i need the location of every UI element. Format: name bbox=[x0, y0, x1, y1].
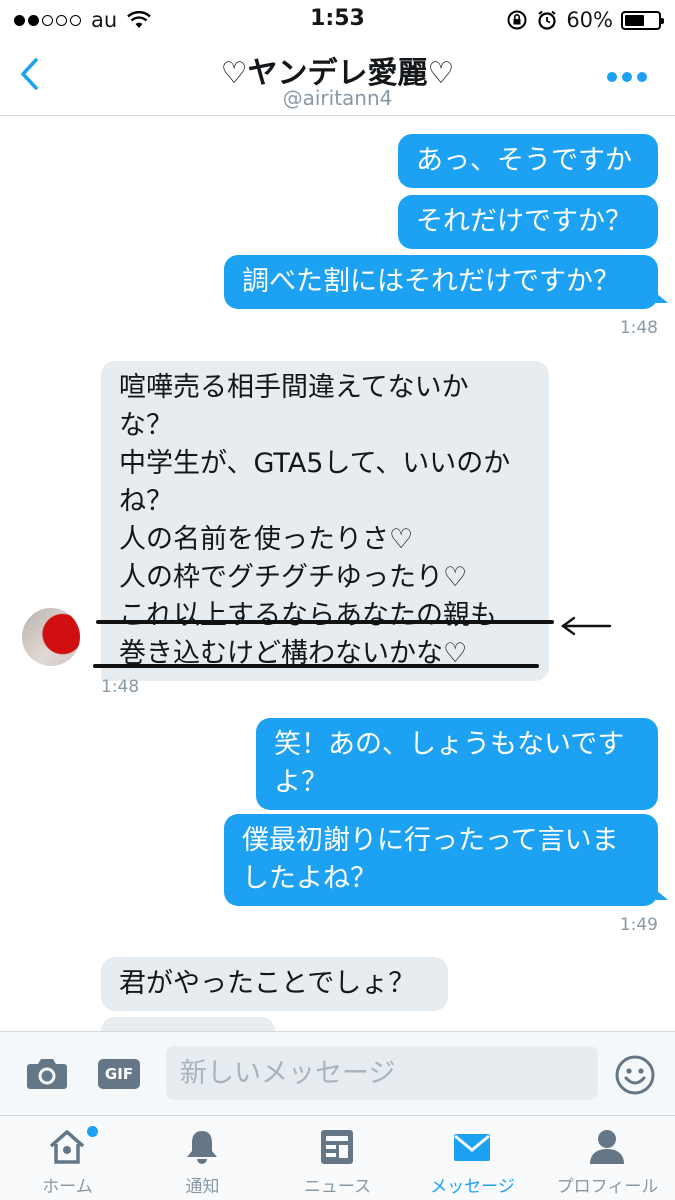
dot-icon bbox=[622, 72, 632, 82]
tab-news[interactable]: ニュース bbox=[270, 1116, 405, 1200]
annotation-arrow-icon bbox=[560, 616, 612, 636]
gif-button[interactable]: GIF bbox=[98, 1059, 140, 1089]
smiley-icon bbox=[615, 1055, 655, 1095]
news-icon bbox=[321, 1130, 353, 1164]
home-icon bbox=[49, 1130, 85, 1164]
rotation-lock-icon bbox=[507, 10, 527, 30]
tab-profile[interactable]: プロフィール bbox=[540, 1116, 675, 1200]
more-options-button[interactable] bbox=[607, 72, 647, 82]
message-timestamp: 1:48 bbox=[619, 318, 658, 338]
contact-handle: @airitann4 bbox=[282, 86, 393, 110]
dot-icon bbox=[607, 72, 617, 82]
tab-label: 通知 bbox=[185, 1177, 220, 1197]
annotation-underline bbox=[96, 620, 554, 624]
notification-dot bbox=[87, 1126, 98, 1137]
tab-label: ニュース bbox=[303, 1177, 372, 1197]
signal-strength-icon bbox=[14, 14, 81, 26]
person-icon bbox=[590, 1130, 624, 1164]
sent-message[interactable]: あっ、そうですか bbox=[398, 134, 658, 188]
sent-message[interactable]: 僕最初謝りに行ったって言いま したよね？ bbox=[224, 814, 658, 906]
battery-icon bbox=[621, 10, 664, 30]
tab-label: ホーム bbox=[42, 1177, 93, 1197]
avatar[interactable] bbox=[22, 608, 80, 666]
sent-message[interactable]: それだけですか？ bbox=[398, 195, 658, 249]
tab-notifications[interactable]: 通知 bbox=[135, 1116, 270, 1200]
emoji-button[interactable] bbox=[614, 1054, 656, 1096]
message-timestamp: 1:48 bbox=[101, 677, 140, 697]
envelope-icon bbox=[454, 1134, 490, 1161]
conversation-header: ♡ヤンデレ愛麗♡ @airitann4 bbox=[0, 38, 675, 116]
sent-message[interactable]: 調べた割にはそれだけですか？ bbox=[224, 255, 658, 309]
bubble-tail bbox=[656, 890, 668, 900]
battery-percent: 60% bbox=[566, 8, 613, 32]
bell-icon bbox=[187, 1131, 217, 1164]
tab-label: プロフィール bbox=[556, 1177, 659, 1197]
message-timestamp: 1:49 bbox=[619, 915, 658, 935]
wifi-icon bbox=[127, 11, 152, 28]
camera-button[interactable] bbox=[26, 1056, 68, 1090]
message-input[interactable] bbox=[166, 1046, 598, 1100]
message-thread[interactable]: あっ、そうですか それだけですか？ 調べた割にはそれだけですか？ 1:48 喧嘩… bbox=[0, 117, 675, 1031]
carrier-label: au bbox=[91, 8, 118, 32]
compose-bar: GIF bbox=[0, 1031, 675, 1115]
status-left: au bbox=[14, 8, 152, 32]
tab-home[interactable]: ホーム bbox=[0, 1116, 135, 1200]
alarm-icon bbox=[538, 10, 556, 30]
bubble-tail bbox=[656, 293, 668, 303]
status-right: 60% bbox=[506, 8, 664, 32]
received-message-partial[interactable] bbox=[101, 1017, 275, 1031]
sent-message[interactable]: 笑！あの、しょうもないです よ？ bbox=[256, 718, 658, 810]
tab-messages[interactable]: メッセージ bbox=[405, 1116, 540, 1200]
tab-label: メッセージ bbox=[430, 1177, 515, 1197]
tab-bar: ホーム 通知 ニュース メッセージ プロフィール bbox=[0, 1115, 675, 1200]
annotation-underline bbox=[93, 664, 539, 668]
status-bar: au 1:53 60% bbox=[0, 0, 675, 38]
camera-icon bbox=[27, 1059, 67, 1089]
received-message[interactable]: 喧嘩売る相手間違えてないか な？ 中学生が、GTA5して、いいのか ね？ 人の名… bbox=[101, 361, 549, 681]
received-message[interactable]: 君がやったことでしょ？ bbox=[101, 957, 448, 1011]
dot-icon bbox=[637, 72, 647, 82]
